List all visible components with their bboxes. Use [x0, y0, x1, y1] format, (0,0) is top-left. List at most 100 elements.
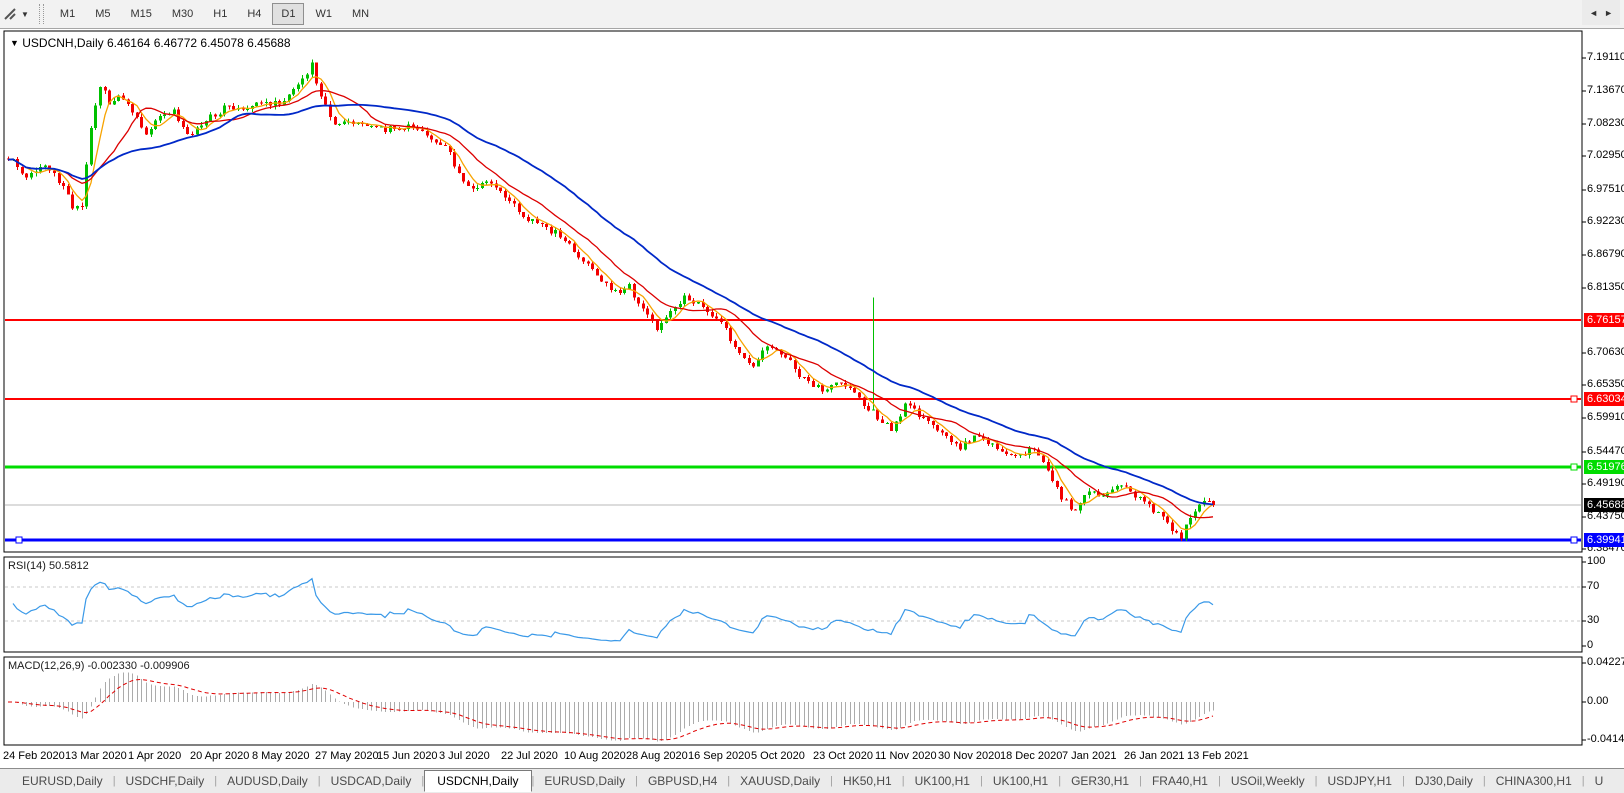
date-axis-label: 18 Dec 2020	[1000, 750, 1063, 762]
price-axis-tick: 6.65350	[1587, 378, 1624, 390]
chart-tools-button[interactable]: ▼	[0, 6, 33, 22]
price-axis-tick: 6.49190	[1587, 477, 1624, 489]
timeframe-button-m1[interactable]: M1	[51, 3, 84, 25]
price-axis-tick: 6.59910	[1587, 411, 1624, 423]
chart-legend: ▼ USDCNH,Daily 6.46164 6.46772 6.45078 6…	[10, 36, 291, 50]
tab-dj30-daily[interactable]: DJ30,Daily	[1405, 771, 1483, 791]
toolbar-grip[interactable]	[38, 4, 44, 24]
tab-scrollers: ◄ ►	[1582, 0, 1620, 25]
rsi-axis-tick: 100	[1587, 555, 1606, 567]
main-chart-plot[interactable]	[5, 31, 1582, 552]
timeframe-button-m15[interactable]: M15	[121, 3, 160, 25]
timeframe-button-h4[interactable]: H4	[238, 3, 270, 25]
macd-axis-tick: -0.04148	[1587, 733, 1624, 745]
timeframe-button-w1[interactable]: W1	[306, 3, 341, 25]
tab-ger30-h1[interactable]: GER30,H1	[1061, 771, 1139, 791]
price-axis-tick: 6.54470	[1587, 445, 1624, 457]
macd-axis-tick: 0.00	[1587, 695, 1609, 707]
symbol-tab-bar: EURUSD,Daily | USDCHF,Daily | AUDUSD,Daily | U…	[0, 768, 1624, 793]
chart-title: USDCNH,Daily	[22, 36, 104, 50]
date-axis-label: 15 Jun 2020	[377, 750, 438, 762]
date-axis-label: 10 Aug 2020	[564, 750, 626, 762]
tab-usdcnh-daily[interactable]: USDCNH,Daily	[424, 770, 532, 792]
macd-label: MACD(12,26,9)	[8, 660, 85, 672]
timeframe-button-h1[interactable]: H1	[204, 3, 236, 25]
ohlc-high: 6.46772	[153, 36, 198, 50]
tab-usdjpy-h1[interactable]: USDJPY,H1	[1318, 771, 1402, 791]
chart-draw-tool-icon	[4, 8, 16, 20]
tab-uk100-h1[interactable]: UK100,H1	[983, 771, 1058, 791]
date-axis-label: 5 Oct 2020	[751, 750, 805, 762]
timeframe-button-mn[interactable]: MN	[343, 3, 378, 25]
rsi-axis-tick: 0	[1587, 639, 1594, 651]
trading-platform-window: { "toolbar": { "tools_icon": "chart-draw…	[0, 0, 1624, 793]
tab-xauusd-daily[interactable]: XAUUSD,Daily	[730, 771, 830, 791]
chevron-down-icon: ▼	[21, 9, 29, 19]
date-axis-label: 13 Feb 2021	[1187, 750, 1249, 762]
tab-audusd-daily[interactable]: AUDUSD,Daily	[217, 771, 318, 791]
tab-hk50-h1[interactable]: HK50,H1	[833, 771, 902, 791]
timeframe-button-group: M1 M5 M15 M30 H1 H4 D1 W1 MN	[50, 3, 379, 25]
timeframe-button-d1[interactable]: D1	[272, 3, 305, 25]
date-axis-label: 3 Jul 2020	[439, 750, 490, 762]
tab-usoil-weekly[interactable]: USOil,Weekly	[1221, 771, 1315, 791]
tab-eurusd-daily[interactable]: EURUSD,Daily	[12, 771, 113, 791]
level-price-badge: 6.76157	[1584, 313, 1624, 327]
tab-u[interactable]: U	[1585, 771, 1614, 791]
date-axis-label: 16 Sep 2020	[688, 750, 751, 762]
level-price-badge: 6.51976	[1584, 460, 1624, 474]
price-axis-tick: 6.97510	[1587, 183, 1624, 195]
tab-usdchf-daily[interactable]: USDCHF,Daily	[116, 771, 215, 791]
macd-main-value: -0.002330	[87, 660, 138, 672]
rsi-label: RSI(14)	[8, 560, 46, 572]
macd-plot[interactable]	[5, 657, 1582, 745]
price-axis-tick: 6.86790	[1587, 248, 1624, 260]
date-axis-label: 27 May 2020	[315, 750, 379, 762]
date-axis-label: 23 Oct 2020	[813, 750, 873, 762]
date-axis-label: 22 Jul 2020	[501, 750, 558, 762]
top-toolbar: ▼ M1 M5 M15 M30 H1 H4 D1 W1 MN	[0, 0, 1624, 29]
ohlc-close: 6.45688	[247, 36, 291, 50]
symbol-dropdown-icon[interactable]: ▼	[10, 38, 19, 48]
price-axis-tick: 7.02950	[1587, 149, 1624, 161]
date-axis-label: 20 Apr 2020	[190, 750, 250, 762]
tab-scroll-right-icon[interactable]: ►	[1604, 8, 1613, 18]
timeframe-button-m30[interactable]: M30	[163, 3, 202, 25]
date-axis-label: 1 Apr 2020	[128, 750, 182, 762]
tab-gbpusd-h4[interactable]: GBPUSD,H4	[638, 771, 727, 791]
tab-usdcad-daily[interactable]: USDCAD,Daily	[321, 771, 422, 791]
price-axis-tick: 7.13670	[1587, 84, 1624, 96]
date-axis-label: 7 Jan 2021	[1062, 750, 1117, 762]
price-axis-tick: 6.70630	[1587, 346, 1624, 358]
price-axis-tick: 6.81350	[1587, 281, 1624, 293]
price-axis-tick: 7.19110	[1587, 51, 1624, 63]
level-price-badge: 6.63034	[1584, 392, 1624, 406]
date-axis-label: 30 Nov 2020	[938, 750, 1001, 762]
rsi-plot[interactable]	[5, 557, 1582, 652]
current-price-badge: 6.45688	[1584, 498, 1624, 512]
rsi-legend: RSI(14) 50.5812	[8, 560, 89, 572]
ohlc-low: 6.45078	[200, 36, 244, 50]
tab-scroll-left-icon[interactable]: ◄	[1589, 8, 1598, 18]
macd-legend: MACD(12,26,9) -0.002330 -0.009906	[8, 660, 190, 672]
tab-eurusd-daily[interactable]: EURUSD,Daily	[534, 771, 635, 791]
price-axis-tick: 6.92230	[1587, 215, 1624, 227]
tab-uk100-h1[interactable]: UK100,H1	[905, 771, 980, 791]
tab-fra40-h1[interactable]: FRA40,H1	[1142, 771, 1218, 791]
date-axis-label: 28 Aug 2020	[626, 750, 688, 762]
date-axis-label: 26 Jan 2021	[1124, 750, 1185, 762]
rsi-axis-tick: 70	[1587, 580, 1600, 592]
date-axis-label: 13 Mar 2020	[65, 750, 127, 762]
date-axis-label: 24 Feb 2020	[3, 750, 65, 762]
macd-signal-value: -0.009906	[140, 660, 190, 672]
macd-axis-tick: 0.042275	[1587, 656, 1624, 668]
ohlc-open: 6.46164	[106, 36, 151, 50]
tab-china300-h1[interactable]: CHINA300,H1	[1486, 771, 1582, 791]
price-axis-tick: 7.08230	[1587, 117, 1624, 129]
rsi-value: 50.5812	[48, 560, 89, 572]
date-axis-label: 8 May 2020	[252, 750, 310, 762]
date-axis-label: 11 Nov 2020	[875, 750, 937, 762]
rsi-axis-tick: 30	[1587, 614, 1600, 626]
level-price-badge: 6.39941	[1584, 533, 1624, 547]
timeframe-button-m5[interactable]: M5	[86, 3, 119, 25]
